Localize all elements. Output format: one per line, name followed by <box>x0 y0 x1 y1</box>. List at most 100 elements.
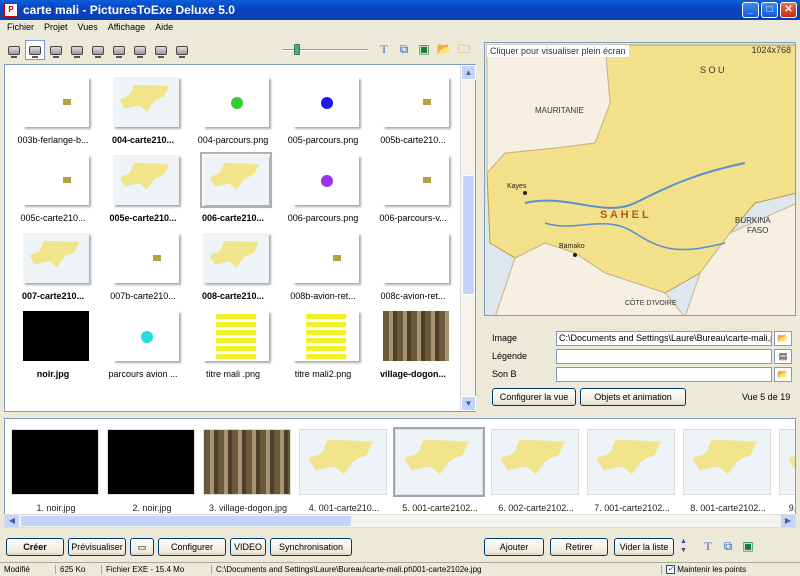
slider-thumb[interactable] <box>294 44 300 55</box>
grid-thumbnail[interactable]: 003b-ferlange-b... <box>13 71 89 155</box>
keep-points-checkbox[interactable]: ✓ <box>666 565 675 575</box>
image-path-field[interactable]: C:\Documents and Settings\Laure\Bureau\c… <box>556 330 772 346</box>
grid-thumbnail[interactable]: 008c-avion-ret... <box>373 227 449 311</box>
folder-open-icon[interactable]: 📂 <box>436 41 452 57</box>
configure-view-button[interactable]: Configurer la vue <box>492 388 576 406</box>
browse-sound-icon[interactable]: 📂 <box>774 366 792 382</box>
status-modified: Modifié <box>0 565 56 574</box>
scrollbar-thumb[interactable] <box>462 175 475 295</box>
duplicate-icon[interactable]: ⧉ <box>720 538 736 554</box>
thumbnail-image <box>293 311 359 361</box>
close-button[interactable]: ✕ <box>780 2 797 18</box>
grid-thumbnail[interactable]: 006-carte210... <box>193 149 272 233</box>
text-tool-icon[interactable]: T <box>700 538 716 554</box>
image-tool-icon[interactable]: ▣ <box>740 538 756 554</box>
grid-thumbnail[interactable]: 006-parcours.png <box>283 149 359 233</box>
thumbnail-label: 003b-ferlange-b... <box>17 135 89 145</box>
grid-thumbnail[interactable]: 007-carte210... <box>13 227 89 311</box>
disk-icon <box>134 45 146 58</box>
sound-field[interactable] <box>556 366 772 382</box>
grid-thumbnail[interactable]: 004-parcours.png <box>193 71 269 155</box>
grid-thumbnail[interactable]: 008b-avion-ret... <box>283 227 359 311</box>
synchronisation-button[interactable]: Synchronisation <box>270 538 352 556</box>
maximize-button[interactable]: □ <box>761 2 778 18</box>
slide-preview[interactable]: MAURITANIE S O U S A H E L BURKINA FASO … <box>484 42 796 316</box>
scroll-down-icon[interactable]: ▼ <box>461 396 476 411</box>
add-button[interactable]: Ajouter <box>484 538 544 556</box>
create-button[interactable]: Créer <box>6 538 64 556</box>
bottom-toolbar: Créer Prévisualiser ▭ Configurer VIDEO S… <box>0 536 800 558</box>
drive-d-button[interactable] <box>25 40 45 60</box>
image-icon[interactable]: ▣ <box>416 41 432 57</box>
filmstrip-slide[interactable]: 7. 001-carte2102... <box>587 429 677 519</box>
drive-k-button[interactable] <box>172 40 192 60</box>
thumbnail-image <box>113 311 179 361</box>
preview-button[interactable]: Prévisualiser <box>68 538 126 556</box>
screen-icon[interactable]: ▭ <box>130 538 154 556</box>
grid-thumbnail[interactable]: 004-carte210... <box>103 71 179 155</box>
filmstrip-slide[interactable]: 9. 001-carte210... <box>779 429 795 519</box>
scroll-right-icon[interactable]: ▶ <box>781 515 795 527</box>
clear-list-button[interactable]: Vider la liste <box>614 538 674 556</box>
grid-thumbnail[interactable]: 005e-carte210... <box>103 149 179 233</box>
grid-thumbnail[interactable]: 007b-carte210... <box>103 227 179 311</box>
menu-projet[interactable]: Projet <box>39 20 73 35</box>
thumbnail-label: 008b-avion-ret... <box>290 291 356 301</box>
grid-thumbnail[interactable]: titre mali .png <box>193 305 269 389</box>
drive-j-button[interactable] <box>151 40 171 60</box>
filmstrip-slide[interactable]: 1. noir.jpg <box>11 429 101 519</box>
grid-thumbnail[interactable]: 005b-carte210... <box>373 71 449 155</box>
copy-icon[interactable]: ⧉ <box>396 41 412 57</box>
menu-aide[interactable]: Aide <box>150 20 178 35</box>
slide-label: 7. 001-carte2102... <box>594 503 670 513</box>
thumbnail-image <box>203 311 269 361</box>
filmstrip-slide[interactable]: 4. 001-carte210... <box>299 429 389 519</box>
configure-button[interactable]: Configurer <box>158 538 226 556</box>
grid-thumbnail[interactable]: parcours avion ... <box>103 305 179 389</box>
filmstrip-slide[interactable]: 3. village-dogon.jpg <box>203 429 293 519</box>
minimize-button[interactable]: _ <box>742 2 759 18</box>
video-button[interactable]: VIDEO <box>230 538 266 556</box>
drive-i-button[interactable] <box>130 40 150 60</box>
drive-c-button[interactable] <box>4 40 24 60</box>
slide-thumbnail <box>683 429 771 495</box>
grid-thumbnail[interactable]: village-dogon... <box>373 305 449 389</box>
drive-f-button[interactable] <box>67 40 87 60</box>
objects-animation-button[interactable]: Objets et animation <box>580 388 686 406</box>
drive-h-button[interactable] <box>109 40 129 60</box>
grid-thumbnail[interactable]: titre mali2.png <box>283 305 359 389</box>
folder-icon[interactable]: 🗀 <box>456 41 472 57</box>
menu-vues[interactable]: Vues <box>73 20 103 35</box>
disk-icon <box>29 45 41 58</box>
menu-affichage[interactable]: Affichage <box>103 20 150 35</box>
slide-label: 6. 002-carte2102... <box>498 503 574 513</box>
file-thumbnail-grid[interactable]: ▲ ▼ 003b-ferlange-b... 004-carte210... 004… <box>4 64 476 412</box>
legend-edit-icon[interactable]: ▤ <box>774 348 792 364</box>
grid-thumbnail[interactable]: 006-parcours-v... <box>373 149 449 233</box>
grid-thumbnail[interactable]: noir.jpg <box>13 305 89 389</box>
thumbnail-image <box>383 233 449 283</box>
browse-image-icon[interactable]: 📂 <box>774 330 792 346</box>
menu-fichier[interactable]: Fichier <box>2 20 39 35</box>
filmstrip-slide[interactable]: 8. 001-carte2102... <box>683 429 773 519</box>
scroll-left-icon[interactable]: ◀ <box>5 515 19 527</box>
legend-field[interactable] <box>556 348 772 364</box>
drive-e-button[interactable] <box>46 40 66 60</box>
text-icon[interactable]: T <box>376 41 392 57</box>
grid-thumbnail[interactable]: 005c-carte210... <box>13 149 89 233</box>
remove-button[interactable]: Retirer <box>550 538 608 556</box>
filmstrip-slide[interactable]: 5. 001-carte2102... <box>393 427 485 519</box>
filmstrip-slide[interactable]: 6. 002-carte2102... <box>491 429 581 519</box>
filmstrip-slide[interactable]: 2. noir.jpg <box>107 429 197 519</box>
slide-filmstrip[interactable]: 1. noir.jpg 2. noir.jpg 3. village-dogon.j… <box>4 418 796 528</box>
scroll-up-icon[interactable]: ▲ <box>461 65 476 80</box>
filmstrip-scrollbar[interactable]: ◀ ▶ <box>4 514 796 528</box>
drive-g-button[interactable] <box>88 40 108 60</box>
keep-points-option[interactable]: ✓ Maintenir les points <box>662 565 750 575</box>
grid-thumbnail[interactable]: 008-carte210... <box>193 227 269 311</box>
grid-thumbnail[interactable]: 005-parcours.png <box>283 71 359 155</box>
order-arrows-icon[interactable]: ▲ ▼ <box>680 537 691 555</box>
grid-vertical-scrollbar[interactable]: ▲ ▼ <box>460 65 476 411</box>
filmstrip-scroll-thumb[interactable] <box>21 516 351 526</box>
slide-label: 5. 001-carte2102... <box>402 503 478 513</box>
